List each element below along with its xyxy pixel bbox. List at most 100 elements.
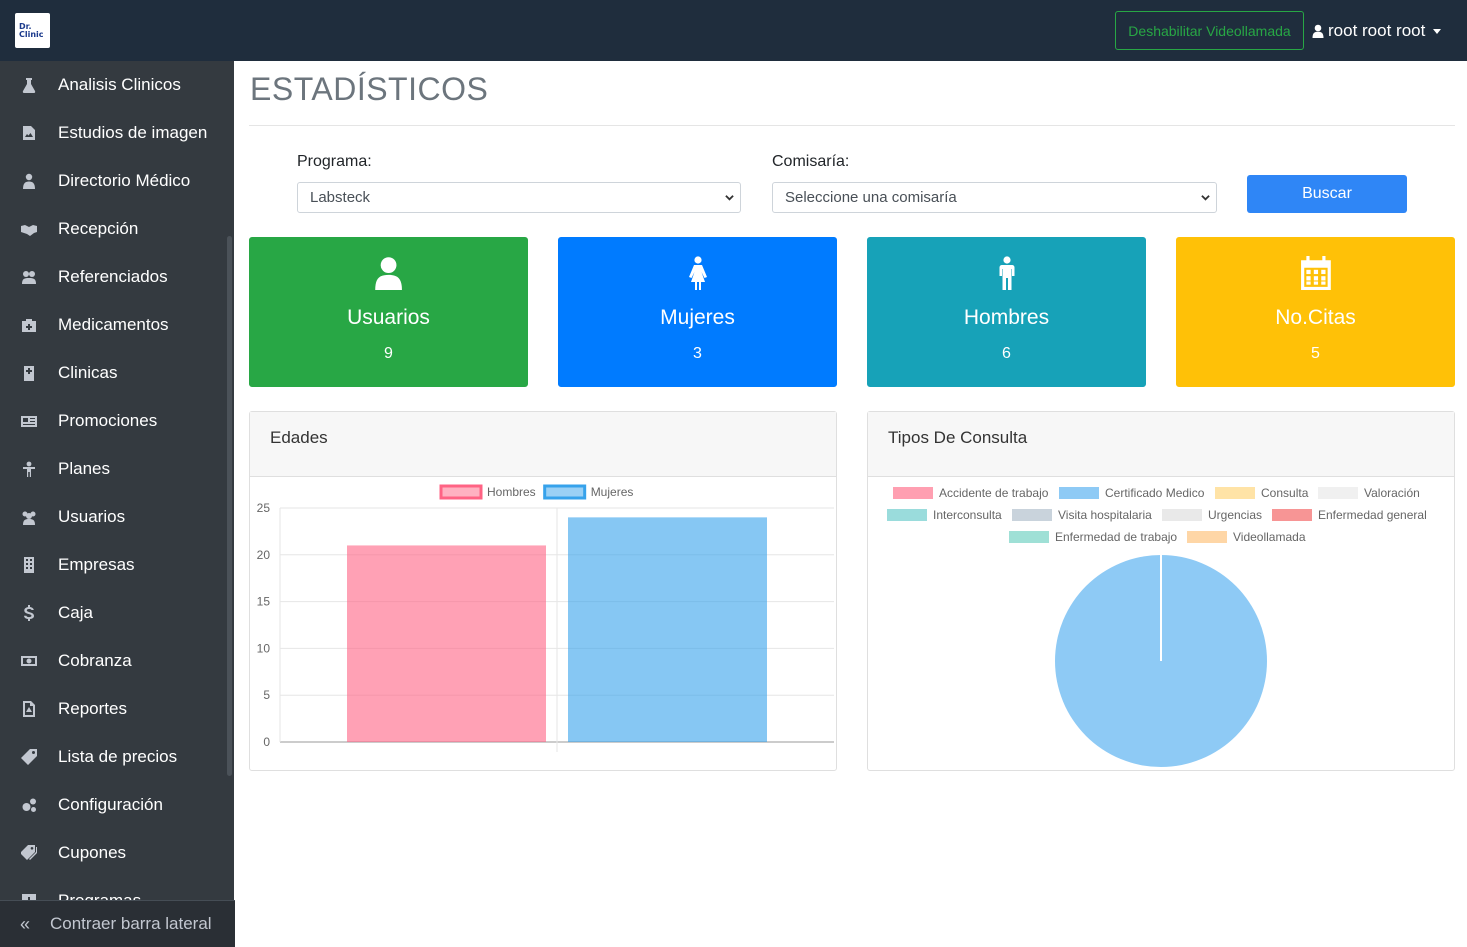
sidebar-item-caja[interactable]: Caja bbox=[0, 589, 226, 637]
pie-legend-item[interactable]: Certificado Medico bbox=[1059, 486, 1204, 500]
pie-legend-item[interactable]: Enfermedad general bbox=[1272, 508, 1427, 522]
comisaria-select-value: Seleccione una comisaría bbox=[785, 189, 957, 206]
flask-icon bbox=[0, 77, 58, 93]
card-value: 5 bbox=[1311, 345, 1320, 362]
tipos-consulta-pie-chart bbox=[1055, 555, 1267, 767]
search-button[interactable]: Buscar bbox=[1247, 175, 1407, 213]
angle-double-left-icon: « bbox=[19, 913, 30, 934]
page-title: ESTADÍSTICOS bbox=[250, 71, 489, 107]
bar-mujeres[interactable] bbox=[568, 517, 767, 742]
legend-label: Urgencias bbox=[1208, 508, 1263, 522]
legend-label: Consulta bbox=[1261, 486, 1309, 500]
sidebar-item-reportes[interactable]: Reportes bbox=[0, 685, 226, 733]
brand-logo[interactable]: Dr. Clinic bbox=[15, 13, 50, 48]
legend-swatch bbox=[1009, 531, 1049, 543]
collapse-sidebar-button[interactable]: « Contraer barra lateral bbox=[0, 900, 235, 947]
doctor-icon bbox=[0, 173, 58, 189]
sidebar-item-label: Empresas bbox=[58, 555, 135, 574]
y-tick-label: 15 bbox=[257, 595, 271, 609]
legend-label: Videollamada bbox=[1233, 530, 1306, 544]
user-menu-toggle[interactable]: root root root bbox=[1312, 20, 1442, 42]
disable-videocall-button[interactable]: Deshabilitar Videollamada bbox=[1115, 11, 1304, 50]
y-tick-label: 10 bbox=[257, 641, 271, 655]
sidebar-item-label: Reportes bbox=[58, 699, 127, 718]
pie-legend-item[interactable]: Enfermedad de trabajo bbox=[1009, 530, 1177, 544]
user-icon bbox=[1312, 24, 1324, 38]
pie-legend-item[interactable]: Consulta bbox=[1215, 486, 1308, 500]
sidebar-item-label: Usuarios bbox=[58, 507, 126, 526]
card-value: 6 bbox=[1002, 345, 1011, 362]
pie-legend-item[interactable]: Accidente de trabajo bbox=[893, 486, 1048, 500]
sidebar-item-label: Clinicas bbox=[58, 363, 118, 382]
legend-label: Hombres bbox=[487, 485, 536, 499]
collapse-sidebar-label: Contraer barra lateral bbox=[50, 914, 212, 933]
card-title: No.Citas bbox=[1275, 306, 1356, 329]
legend-swatch bbox=[893, 487, 933, 499]
sidebar-item-label: Configuración bbox=[58, 795, 163, 814]
sidebar-item-lista-de-precios[interactable]: Lista de precios bbox=[0, 733, 226, 781]
referral-icon bbox=[0, 269, 58, 285]
medkit-icon bbox=[0, 317, 58, 333]
sidebar-scrollbar[interactable] bbox=[227, 236, 232, 776]
comisaria-label: Comisaría: bbox=[772, 153, 850, 170]
user-name: root root root bbox=[1328, 21, 1426, 40]
pie-legend-item[interactable]: Urgencias bbox=[1162, 508, 1262, 522]
pie-legend-item[interactable]: Valoración bbox=[1318, 486, 1420, 500]
stat-card-usuarios: Usuarios 9 bbox=[249, 237, 528, 387]
sidebar-item-referenciados[interactable]: Referenciados bbox=[0, 253, 226, 301]
sidebar-item-cupones[interactable]: Cupones bbox=[0, 829, 226, 877]
sidebar-item-label: Cupones bbox=[58, 843, 127, 862]
sidebar-item-planes[interactable]: Planes bbox=[0, 445, 226, 493]
hospital-icon bbox=[0, 365, 58, 381]
programa-select[interactable]: Labsteck bbox=[297, 182, 741, 213]
pie-legend-item[interactable]: Videollamada bbox=[1187, 530, 1306, 544]
sidebar-item-analisis-clinicos[interactable]: Analisis Clinicos bbox=[0, 61, 226, 109]
sidebar-item-promociones[interactable]: Promociones bbox=[0, 397, 226, 445]
pie-legend: Accidente de trabajo Certificado Medico Co… bbox=[868, 477, 1454, 557]
sidebar-item-empresas[interactable]: Empresas bbox=[0, 541, 226, 589]
cogs-icon bbox=[0, 797, 58, 813]
edades-panel-title: Edades bbox=[250, 412, 836, 477]
card-title: Hombres bbox=[963, 306, 1050, 329]
chevron-down-icon bbox=[1201, 195, 1210, 201]
bar-hombres[interactable] bbox=[347, 545, 546, 742]
sidebar-item-usuarios[interactable]: Usuarios bbox=[0, 493, 226, 541]
chevron-down-icon bbox=[725, 195, 734, 201]
sidebar-item-label: Cobranza bbox=[58, 651, 132, 670]
sidebar-item-clinicas[interactable]: Clinicas bbox=[0, 349, 226, 397]
sidebar-item-medicamentos[interactable]: Medicamentos bbox=[0, 301, 226, 349]
legend-item-mujeres[interactable]: Mujeres bbox=[543, 484, 634, 500]
sidebar-item-recepción[interactable]: Recepción bbox=[0, 205, 226, 253]
sidebar: Analisis Clinicos Estudios de imagen Direc… bbox=[0, 61, 234, 947]
sidebar-item-directorio-médico[interactable]: Directorio Médico bbox=[0, 157, 226, 205]
programa-label: Programa: bbox=[297, 153, 372, 170]
sidebar-item-estudios-de-imagen[interactable]: Estudios de imagen bbox=[0, 109, 226, 157]
sidebar-item-label: Estudios de imagen bbox=[58, 123, 208, 142]
female-icon bbox=[688, 256, 707, 290]
sidebar-item-label: Lista de precios bbox=[58, 747, 178, 766]
calendar-icon bbox=[1300, 256, 1331, 290]
stat-card-hombres: Hombres 6 bbox=[867, 237, 1146, 387]
card-title: Mujeres bbox=[660, 306, 735, 329]
sidebar-item-configuración[interactable]: Configuración bbox=[0, 781, 226, 829]
handshake-icon bbox=[0, 221, 58, 237]
sidebar-item-label: Planes bbox=[58, 459, 110, 478]
y-tick-label: 25 bbox=[257, 501, 271, 515]
male-icon bbox=[999, 256, 1014, 290]
legend-label: Enfermedad de trabajo bbox=[1055, 530, 1178, 544]
card-value: 3 bbox=[693, 345, 702, 362]
sidebar-item-cobranza[interactable]: Cobranza bbox=[0, 637, 226, 685]
y-tick-label: 20 bbox=[257, 548, 271, 562]
legend-label: Certificado Medico bbox=[1105, 486, 1205, 500]
legend-label: Interconsulta bbox=[933, 508, 1002, 522]
legend-swatch bbox=[543, 484, 587, 500]
programa-select-value: Labsteck bbox=[310, 189, 371, 206]
sidebar-item-label: Recepción bbox=[58, 219, 139, 238]
tipos-consulta-panel: Tipos De Consulta Accidente de trabajo Ce… bbox=[867, 411, 1455, 771]
legend-item-hombres[interactable]: Hombres bbox=[439, 484, 536, 500]
edades-panel: Edades Hombres Mujeres 0 5 10 15 20 25 bbox=[249, 411, 837, 771]
comisaria-select[interactable]: Seleccione una comisaría bbox=[772, 182, 1217, 213]
pie-legend-item[interactable]: Interconsulta bbox=[887, 508, 1002, 522]
stat-card-mujeres: Mujeres 3 bbox=[558, 237, 837, 387]
pie-legend-item[interactable]: Visita hospitalaria bbox=[1012, 508, 1152, 522]
